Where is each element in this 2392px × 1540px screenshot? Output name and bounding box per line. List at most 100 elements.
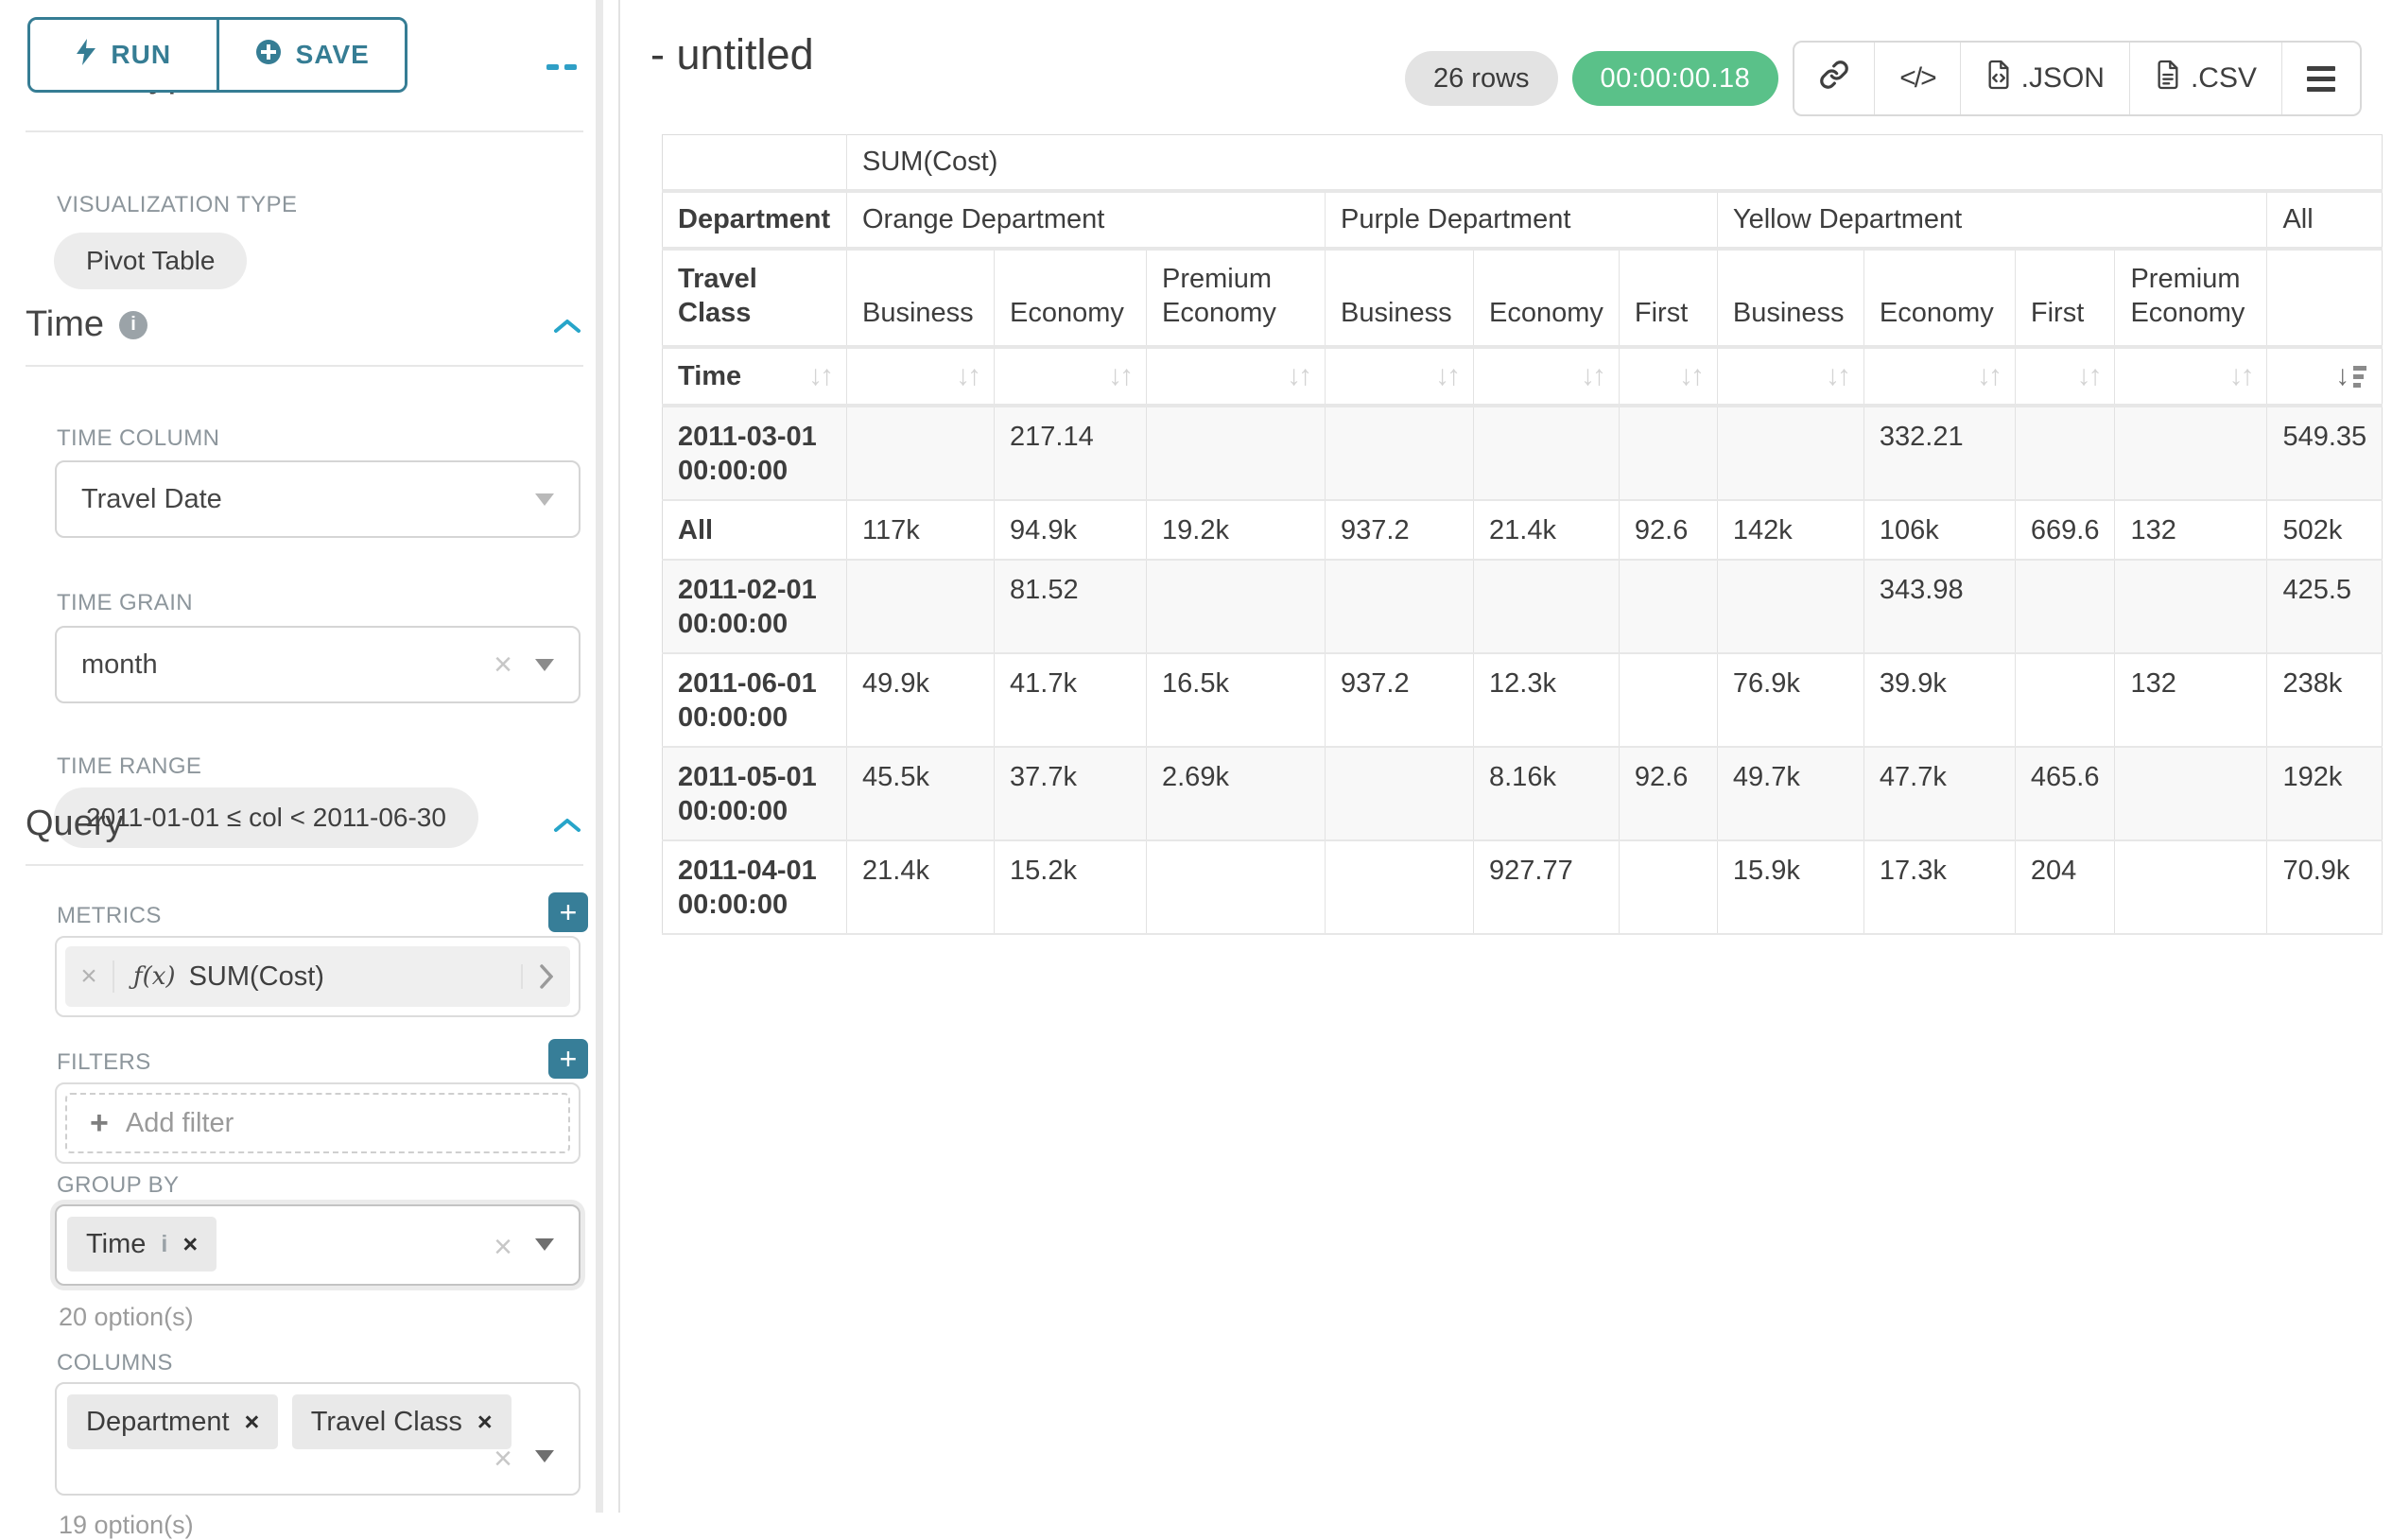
add-metric-button[interactable]: +	[548, 892, 588, 932]
run-save-button-group: RUN SAVE	[27, 17, 407, 93]
data-cell: 49.7k	[1717, 747, 1863, 840]
sort-cell: ↓↑	[1147, 347, 1326, 406]
save-button-label: SAVE	[296, 40, 370, 70]
sort-cell: ↓↑	[1326, 347, 1474, 406]
subcol-header: First	[1619, 249, 1717, 347]
menu-button[interactable]	[2282, 43, 2360, 114]
chevron-right-icon[interactable]	[521, 964, 570, 989]
run-button[interactable]: RUN	[30, 20, 219, 90]
group-by-select[interactable]: Time i × ×	[55, 1204, 581, 1286]
copy-link-button[interactable]	[1794, 43, 1875, 114]
time-grain-value: month	[81, 649, 158, 681]
subcol-header: Premium Economy	[1147, 249, 1326, 347]
sort-descending-active-icon[interactable]: ↓	[2335, 360, 2366, 392]
row-label: 2011-04-01 00:00:00	[663, 840, 847, 934]
data-cell: 15.2k	[995, 840, 1147, 934]
data-cell: 15.9k	[1717, 840, 1863, 934]
data-cell: 94.9k	[995, 500, 1147, 560]
clear-icon[interactable]: ×	[494, 1441, 512, 1478]
add-filter-dropzone[interactable]: + Add filter	[65, 1093, 570, 1153]
data-cell: 238k	[2267, 653, 2383, 747]
table-row: 2011-04-01 00:00:0021.4k15.2k927.7715.9k…	[663, 840, 2383, 934]
lightning-icon	[75, 38, 97, 73]
sort-cell: ↓↑	[2115, 347, 2267, 406]
subcol-header: Economy	[1474, 249, 1620, 347]
row-label: 2011-03-01 00:00:00	[663, 406, 847, 500]
divider	[26, 365, 583, 367]
code-icon: </>	[1899, 62, 1934, 95]
time-grain-select[interactable]: month ×	[55, 626, 581, 703]
sort-icon[interactable]: ↓↑	[2076, 360, 2099, 392]
data-cell	[1619, 406, 1717, 500]
subcol-header: Business	[1326, 249, 1474, 347]
remove-tag-icon[interactable]: ×	[182, 1230, 198, 1259]
columns-select[interactable]: Department × Travel Class × ×	[55, 1382, 581, 1496]
sort-cell: ↓↑	[847, 347, 995, 406]
chart-type-collapse-icon	[546, 64, 559, 70]
data-cell: 192k	[2267, 747, 2383, 840]
sort-icon[interactable]: ↓↑	[1435, 360, 1458, 392]
export-csv-button[interactable]: .CSV	[2130, 43, 2282, 114]
group-header: Yellow Department	[1717, 191, 2267, 249]
sort-icon[interactable]: ↓↑	[1287, 360, 1309, 392]
metric-body: ƒ(x) SUM(Cost)	[114, 961, 521, 993]
data-cell: 8.16k	[1474, 747, 1620, 840]
add-filter-placeholder: Add filter	[126, 1108, 234, 1139]
data-cell	[1326, 840, 1474, 934]
chevron-down-icon[interactable]	[535, 1450, 554, 1462]
row-label: 2011-06-01 00:00:00	[663, 653, 847, 747]
sort-icon[interactable]: ↓↑	[1108, 360, 1131, 392]
chart-title[interactable]: - untitled	[650, 30, 814, 79]
subcol-header	[2267, 249, 2383, 347]
clear-icon[interactable]: ×	[494, 647, 512, 683]
export-json-button[interactable]: .JSON	[1961, 43, 2130, 114]
remove-tag-icon[interactable]: ×	[245, 1408, 260, 1437]
visualization-type-pill[interactable]: Pivot Table	[54, 233, 247, 289]
info-icon[interactable]: i	[161, 1231, 167, 1258]
data-cell: 465.6	[2015, 747, 2115, 840]
sort-icon[interactable]: ↓↑	[1581, 360, 1603, 392]
sort-cell: ↓↑	[2015, 347, 2115, 406]
info-icon[interactable]: i	[119, 311, 147, 339]
data-cell: 937.2	[1326, 500, 1474, 560]
control-sidebar: Chart Type RUN SAVE VISUALIZATION TYPE P…	[0, 0, 620, 1513]
group-by-tag[interactable]: Time i ×	[67, 1217, 217, 1272]
columns-tag[interactable]: Travel Class ×	[292, 1394, 511, 1449]
add-filter-button[interactable]: +	[548, 1039, 588, 1079]
sort-icon[interactable]: ↓↑	[808, 360, 831, 392]
sort-icon[interactable]: ↓↑	[956, 360, 979, 392]
tag-label: Travel Class	[311, 1407, 462, 1438]
query-heading-label: Query	[26, 804, 123, 844]
sidebar-scrollbar[interactable]	[596, 0, 603, 1513]
columns-tag[interactable]: Department ×	[67, 1394, 278, 1449]
sort-cell: ↓↑	[1474, 347, 1620, 406]
metric-pill[interactable]: × ƒ(x) SUM(Cost)	[65, 946, 570, 1007]
metric-header-row: SUM(Cost)	[663, 135, 2383, 192]
visualization-type-label: VISUALIZATION TYPE	[57, 192, 297, 218]
subcol-header: Premium Economy	[2115, 249, 2267, 347]
chevron-up-icon[interactable]	[552, 318, 582, 339]
sort-icon[interactable]: ↓↑	[1826, 360, 1848, 392]
data-cell	[2115, 560, 2267, 653]
pivot-table-body: 2011-03-01 00:00:00217.14332.21549.35All…	[663, 406, 2383, 934]
view-query-button[interactable]: </>	[1875, 43, 1960, 114]
sort-icon[interactable]: ↓↑	[2228, 360, 2251, 392]
data-cell: 142k	[1717, 500, 1863, 560]
chevron-up-icon[interactable]	[552, 817, 582, 839]
data-cell: 669.6	[2015, 500, 2115, 560]
row-dimension-label: Time	[678, 361, 741, 392]
remove-metric-icon[interactable]: ×	[65, 960, 114, 993]
chevron-down-icon[interactable]	[535, 1238, 554, 1251]
metrics-label: METRICS	[57, 903, 162, 929]
save-button[interactable]: SAVE	[219, 20, 406, 90]
clear-icon[interactable]: ×	[494, 1229, 512, 1266]
sort-icon[interactable]: ↓↑	[1977, 360, 2000, 392]
time-column-select[interactable]: Travel Date	[55, 460, 581, 538]
remove-tag-icon[interactable]: ×	[477, 1408, 493, 1437]
data-cell	[1619, 560, 1717, 653]
row-count-badge: 26 rows	[1405, 51, 1558, 106]
sort-icon[interactable]: ↓↑	[1679, 360, 1702, 392]
divider	[26, 130, 583, 132]
data-cell	[1717, 406, 1863, 500]
data-cell: 39.9k	[1863, 653, 2015, 747]
